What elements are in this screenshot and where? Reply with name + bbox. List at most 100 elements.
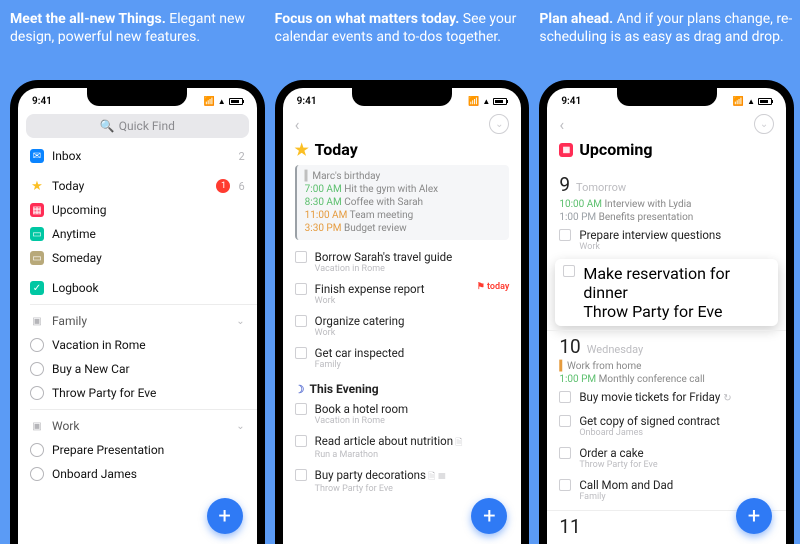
add-button[interactable]: + (736, 498, 772, 534)
day-number: 9 (559, 173, 570, 196)
todo-sub: Run a Marathon (315, 450, 510, 460)
todo-title: Buy party decorations 🗎 ☰ (315, 468, 510, 484)
sidebar-item-someday[interactable]: ▭Someday (18, 246, 257, 270)
checkbox[interactable] (559, 415, 571, 427)
todo-title: Buy movie tickets for Friday↻ (579, 390, 774, 406)
sidebar-item-upcoming[interactable]: ▦Upcoming (18, 198, 257, 222)
area-header[interactable]: ▣Family⌄ (18, 309, 257, 333)
evening-header: ☽ This Evening (283, 374, 522, 398)
anytime-icon: ▭ (30, 227, 44, 241)
checkbox[interactable] (295, 347, 307, 359)
checkbox[interactable] (559, 479, 571, 491)
panel-1: Meet the all-new Things. Elegant new des… (0, 0, 271, 544)
sidebar-item-logbook[interactable]: ✓Logbook (18, 276, 257, 300)
todo-sub: Family (315, 360, 510, 370)
checkbox[interactable] (295, 435, 307, 447)
phone-3: 9:41 ‹ ⌄ ▦ Upcoming 9 Tomorrow 10:00 AM In… (539, 80, 794, 544)
phone-2: 9:41 ‹ ⌄ ★ Today ▍Marc's birthday7:00 AM… (275, 80, 530, 544)
sidebar-item-inbox[interactable]: ✉ Inbox 2 (18, 144, 257, 168)
dropdown-button[interactable]: ⌄ (489, 114, 509, 134)
logbook-icon: ✓ (30, 281, 44, 295)
day-header: 9 Tomorrow (547, 169, 786, 198)
search-input[interactable]: 🔍 Quick Find (26, 114, 249, 138)
someday-icon: ▭ (30, 251, 44, 265)
page-title: ★ Today (283, 134, 522, 165)
inbox-icon: ✉ (30, 149, 44, 163)
area-name: Family (52, 314, 228, 328)
todo-title: Get car inspected (315, 346, 510, 360)
todo-item[interactable]: Borrow Sarah's travel guideVacation in R… (283, 246, 522, 278)
day-name: Wednesday (587, 343, 644, 356)
calendar-event: 10:00 AM Interview with Lydia (547, 198, 786, 211)
count-badge: 6 (238, 180, 244, 193)
project-icon (30, 338, 44, 352)
project-item[interactable]: Onboard James (18, 462, 257, 486)
sidebar-item-anytime[interactable]: ▭ Anytime (18, 222, 257, 246)
page-title: ▦ Upcoming (547, 134, 786, 165)
battery-icon (229, 98, 243, 105)
area-name: Work (52, 419, 228, 433)
checkbox[interactable] (559, 447, 571, 459)
todo-item[interactable]: Get copy of signed contractOnboard James (547, 410, 786, 442)
todo-item[interactable]: Organize cateringWork (283, 310, 522, 342)
checkbox[interactable] (295, 315, 307, 327)
day-number: 11 (559, 515, 580, 538)
todo-title: Call Mom and Dad (579, 478, 774, 492)
calendar-card: ▍Marc's birthday7:00 AM Hit the gym with… (295, 165, 510, 240)
add-button[interactable]: + (207, 498, 243, 534)
count-badge: 2 (238, 150, 244, 163)
project-item[interactable]: Buy a New Car (18, 357, 257, 381)
sidebar-item-label: Inbox (52, 149, 230, 163)
checkbox[interactable] (563, 265, 575, 277)
sidebar-list: ✉ Inbox 2 ★Today16▦Upcoming ▭ Anytime ▭Someday… (18, 144, 257, 544)
checkbox[interactable] (559, 229, 571, 241)
area-header[interactable]: ▣Work⌄ (18, 414, 257, 438)
project-item[interactable]: Throw Party for Eve (18, 381, 257, 405)
note-icon: 🗎 (426, 472, 435, 482)
project-item[interactable]: Prepare Presentation (18, 438, 257, 462)
battery-icon (493, 98, 507, 105)
todo-sub: Throw Party for Eve (583, 302, 770, 321)
checkbox[interactable] (295, 403, 307, 415)
todo-item[interactable]: Buy movie tickets for Friday↻ (547, 386, 786, 410)
todo-title: Finish expense report (315, 282, 469, 296)
upcoming-list: 9Tomorrow10:00 AM Interview with Lydia1:… (547, 165, 786, 540)
project-label: Onboard James (52, 467, 245, 481)
todo-item[interactable]: Read article about nutrition 🗎Run a Mara… (283, 430, 522, 464)
todo-item[interactable]: Buy party decorations 🗎 ☰Throw Party for… (283, 464, 522, 498)
status-time: 9:41 (297, 96, 317, 107)
back-button[interactable]: ‹ (295, 115, 300, 134)
flag-badge: ⚑ today (477, 282, 510, 292)
notch-icon (87, 88, 187, 106)
checkbox[interactable] (559, 391, 571, 403)
todo-sub: Onboard James (579, 428, 774, 438)
checkbox[interactable] (295, 469, 307, 481)
calendar-event: ▍Work from home (547, 360, 786, 373)
checkbox[interactable] (295, 283, 307, 295)
sidebar-item-label: Anytime (52, 227, 245, 241)
notch-icon (352, 88, 452, 106)
todo-title: Book a hotel room (315, 402, 510, 416)
star-icon: ★ (295, 143, 309, 157)
sidebar-item-star[interactable]: ★Today16 (18, 174, 257, 198)
project-icon (30, 443, 44, 457)
todo-item[interactable]: Book a hotel roomVacation in Rome (283, 398, 522, 430)
status-time: 9:41 (561, 96, 581, 107)
todo-item[interactable]: Get car inspectedFamily (283, 342, 522, 374)
checkbox[interactable] (295, 251, 307, 263)
todo-item[interactable]: Prepare interview questionsWork (547, 224, 786, 256)
add-button[interactable]: + (471, 498, 507, 534)
project-label: Buy a New Car (52, 362, 245, 376)
signal-icon (204, 96, 215, 107)
todo-item[interactable]: Order a cakeThrow Party for Eve (547, 442, 786, 474)
day-name: Tomorrow (576, 181, 626, 194)
todo-item[interactable]: Finish expense reportWork⚑ today (283, 278, 522, 310)
back-button[interactable]: ‹ (559, 115, 564, 134)
project-icon (30, 362, 44, 376)
chevron-down-icon: ⌄ (236, 421, 244, 432)
todo-title: Organize catering (315, 314, 510, 328)
dragging-todo[interactable]: Make reservation for dinnerThrow Party f… (555, 259, 778, 326)
upcoming-icon: ▦ (30, 203, 44, 217)
project-item[interactable]: Vacation in Rome (18, 333, 257, 357)
dropdown-button[interactable]: ⌄ (754, 114, 774, 134)
